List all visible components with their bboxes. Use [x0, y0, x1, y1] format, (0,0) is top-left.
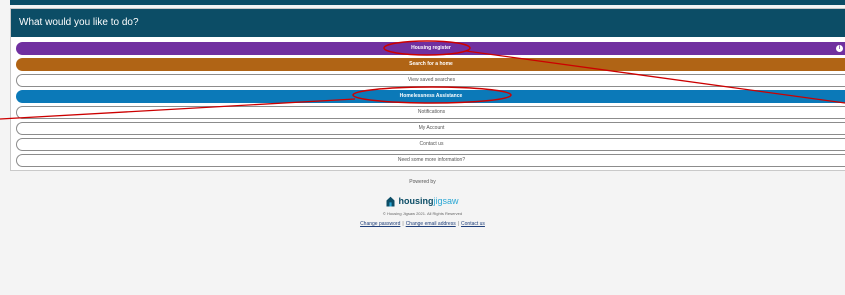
logo-wordmark: housingjigsaw: [398, 196, 459, 206]
action-menu: Housing register i Search for a home Vie…: [16, 42, 845, 170]
footer-links: Change password | Change email address | Con…: [340, 220, 505, 228]
menu-item-label: Housing register: [411, 45, 451, 51]
link-separator: |: [457, 221, 460, 227]
panel-title: What would you like to do?: [11, 9, 845, 37]
change-email-link[interactable]: Change email address: [406, 221, 456, 227]
menu-item-label: View saved searches: [407, 77, 456, 83]
copyright-text: © Housing Jigsaw 2021. All Rights Reserv…: [382, 211, 463, 216]
change-password-link[interactable]: Change password: [360, 221, 400, 227]
menu-item-label: Need some more information?: [397, 157, 466, 163]
housing-jigsaw-logo: housingjigsaw: [340, 195, 505, 207]
info-icon[interactable]: i: [836, 45, 843, 52]
house-icon: [386, 196, 395, 206]
menu-item-label: Homelessness Assistance: [399, 93, 463, 99]
menu-item-more-information[interactable]: Need some more information?: [16, 154, 845, 167]
link-separator: |: [402, 221, 404, 227]
menu-item-label: My Account: [418, 125, 445, 131]
menu-item-homelessness-assistance[interactable]: Homelessness Assistance: [16, 90, 845, 103]
menu-item-view-saved-searches[interactable]: View saved searches: [16, 74, 845, 87]
menu-item-search-for-a-home[interactable]: Search for a home: [16, 58, 845, 71]
menu-item-label: Notifications: [417, 109, 446, 115]
menu-item-label: Contact us: [419, 141, 444, 147]
menu-item-contact-us[interactable]: Contact us: [16, 138, 845, 151]
menu-item-label: Search for a home: [409, 61, 453, 67]
actions-panel: What would you like to do? Housing regis…: [10, 8, 845, 171]
contact-us-link[interactable]: Contact us: [461, 221, 485, 227]
page-footer: Powered by housingjigsaw © Housing Jigsa…: [340, 178, 505, 228]
powered-by-text: Powered by: [409, 179, 436, 185]
top-accent-bar: [10, 0, 845, 5]
menu-item-housing-register[interactable]: Housing register i: [16, 42, 845, 55]
menu-item-notifications[interactable]: Notifications: [16, 106, 845, 119]
menu-item-my-account[interactable]: My Account: [16, 122, 845, 135]
